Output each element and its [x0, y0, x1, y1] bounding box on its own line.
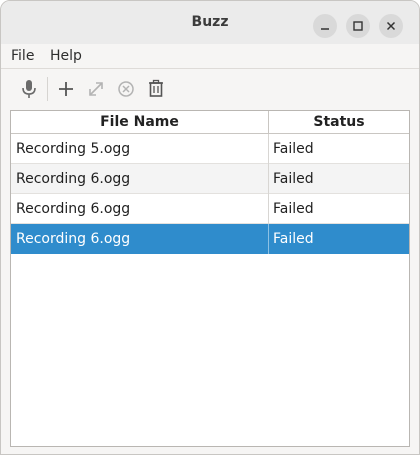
file-name-cell: Recording 5.ogg: [11, 134, 269, 164]
toolbar: [1, 69, 419, 109]
title-bar[interactable]: Buzz: [1, 1, 419, 45]
status-cell: Failed: [273, 171, 314, 187]
table-row-selected[interactable]: Recording 6.ogg Failed: [11, 224, 409, 254]
column-header-file-name[interactable]: File Name: [11, 111, 269, 133]
table-row[interactable]: Recording 6.ogg Failed: [11, 194, 409, 224]
status-cell: Failed: [273, 231, 314, 247]
trash-icon: [149, 79, 163, 97]
maximize-icon: [353, 21, 363, 31]
delete-button[interactable]: [145, 78, 167, 100]
toolbar-separator: [47, 77, 48, 101]
add-button[interactable]: [55, 78, 77, 100]
menu-bar: File Help: [1, 44, 419, 69]
close-icon: [386, 21, 396, 31]
column-header-status[interactable]: Status: [269, 111, 409, 133]
menu-file[interactable]: File: [11, 44, 34, 68]
minimize-button[interactable]: [313, 14, 337, 38]
cancel-icon: [118, 81, 134, 97]
transcriptions-table[interactable]: File Name Status Recording 5.ogg Failed …: [10, 110, 410, 447]
file-name-cell: Recording 6.ogg: [11, 164, 269, 194]
menu-help[interactable]: Help: [50, 44, 82, 68]
app-window: Buzz File Help File Name Status Recordin…: [0, 0, 420, 455]
open-transcript-button[interactable]: [85, 78, 107, 100]
table-row[interactable]: Recording 6.ogg Failed: [11, 164, 409, 194]
close-button[interactable]: [379, 14, 403, 38]
table-body: Recording 5.ogg Failed Recording 6.ogg F…: [11, 134, 409, 254]
cancel-button[interactable]: [115, 78, 137, 100]
maximize-button[interactable]: [346, 14, 370, 38]
microphone-icon: [22, 80, 36, 98]
status-cell: Failed: [273, 141, 314, 157]
status-cell: Failed: [273, 201, 314, 217]
table-row[interactable]: Recording 5.ogg Failed: [11, 134, 409, 164]
file-name-cell: Recording 6.ogg: [11, 194, 269, 224]
file-name-cell: Recording 6.ogg: [11, 224, 269, 254]
plus-icon: [59, 82, 73, 96]
table-header: File Name Status: [11, 111, 409, 134]
minimize-icon: [321, 28, 329, 30]
record-button[interactable]: [18, 78, 40, 100]
expand-icon: [89, 82, 103, 96]
